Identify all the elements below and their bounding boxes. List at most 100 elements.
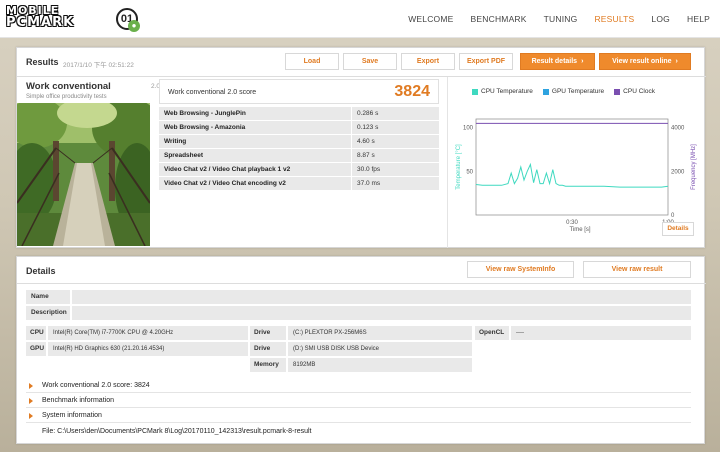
view-raw-result-button[interactable]: View raw result — [583, 261, 691, 278]
nav-benchmark[interactable]: BENCHMARK — [471, 14, 527, 24]
chart-details-button[interactable]: Details — [662, 222, 694, 236]
subscore-name: Web Browsing - JunglePin — [159, 107, 351, 120]
subscore-name: Video Chat v2 / Video Chat playback 1 v2 — [159, 163, 351, 176]
nav-log[interactable]: LOG — [651, 14, 670, 24]
results-date: 2017/1/10 下午 02:51:22 — [63, 62, 134, 69]
nav-help[interactable]: HELP — [687, 14, 710, 24]
subscore-row: Web Browsing - Amazonia 0.123 s — [159, 121, 439, 135]
description-value — [72, 306, 691, 320]
expand-row-label: System information — [42, 412, 102, 419]
logo-dot-icon: ● — [128, 20, 140, 32]
y-axis-left-label: Temperature [°C] — [456, 144, 462, 190]
opencl-label: OpenCL — [475, 326, 509, 340]
test-subtitle: Simple office productivity tests — [26, 94, 107, 100]
logo-text: MOBILE PCMARK — [6, 5, 114, 33]
y-right-tick-label: 0 — [671, 213, 675, 219]
nav-welcome[interactable]: WELCOME — [408, 14, 453, 24]
y-left-tick-label: 100 — [463, 126, 474, 132]
details-header: Details View raw SystemInfo View raw res… — [17, 257, 706, 284]
subscore-name: Spreadsheet — [159, 149, 351, 162]
subscore-name: Video Chat v2 / Video Chat encoding v2 — [159, 177, 351, 190]
subscore-table: Web Browsing - JunglePin 0.286 s Web Brow… — [159, 107, 439, 191]
expand-system-info-row[interactable]: System information — [26, 409, 691, 423]
subscore-value: 4.60 s — [352, 135, 439, 148]
opencl-value: ---- — [511, 326, 691, 340]
save-button[interactable]: Save — [343, 53, 397, 70]
score-value: 3824 — [394, 83, 430, 100]
expand-row-label: Benchmark information — [42, 397, 114, 404]
memory-row: Memory 8192MB — [250, 358, 472, 372]
plot-frame — [475, 118, 669, 216]
chevron-right-icon: › — [675, 58, 678, 65]
load-button[interactable]: Load — [285, 53, 339, 70]
results-title: Results — [26, 57, 59, 67]
y-axis-right-label: Frequency [MHz] — [691, 144, 697, 190]
subscore-name: Writing — [159, 135, 351, 148]
test-name: Work conventional — [26, 81, 111, 92]
logo-badge: 01 ● — [116, 8, 140, 32]
x-tick-label: 0:30 — [566, 220, 578, 226]
details-title: Details — [26, 266, 56, 276]
top-bar: MOBILE PCMARK 01 ● WELCOME BENCHMARK TUNI… — [0, 0, 720, 38]
subscore-row: Spreadsheet 8.87 s — [159, 149, 439, 163]
subscore-value: 0.286 s — [352, 107, 439, 120]
result-details-button[interactable]: Result details › — [520, 53, 595, 70]
monitoring-chart-area: CPU Temperature GPU Temperature CPU Cloc… — [447, 77, 706, 248]
subscore-row: Video Chat v2 / Video Chat encoding v2 37… — [159, 177, 439, 191]
subscore-row: Writing 4.60 s — [159, 135, 439, 149]
result-file-path: File: C:\Users\den\Documents\PCMark 8\Lo… — [42, 428, 312, 435]
expand-score-row[interactable]: Work conventional 2.0 score: 3824 — [26, 379, 691, 393]
subscore-value: 37.0 ms — [352, 177, 439, 190]
caret-right-icon — [29, 413, 33, 419]
y-right-tick-label: 4000 — [671, 126, 685, 132]
chevron-right-icon: › — [581, 58, 584, 65]
subscore-value: 8.87 s — [352, 149, 439, 162]
drive1-value: (C:) PLEXTOR PX-256M6S — [288, 326, 472, 340]
export-button[interactable]: Export — [401, 53, 455, 70]
subscore-name: Web Browsing - Amazonia — [159, 121, 351, 134]
view-raw-sysinfo-button[interactable]: View raw SystemInfo — [467, 261, 574, 278]
drive2-label: Drive — [250, 342, 286, 356]
score-label: Work conventional 2.0 score — [168, 89, 257, 96]
results-panel: Results 2017/1/10 下午 02:51:22 Load Save … — [16, 47, 706, 248]
y-left-tick-label: 50 — [466, 169, 473, 175]
tick-labels: 100504000200000:301:00 — [463, 126, 685, 226]
subscore-value: 30.0 fps — [352, 163, 439, 176]
name-row: Name — [26, 290, 691, 304]
nav-results[interactable]: RESULTS — [594, 14, 634, 24]
subscore-row: Web Browsing - JunglePin 0.286 s — [159, 107, 439, 121]
cpu-label: CPU — [26, 326, 46, 340]
drive2-value: (D:) SMI USB DISK USB Device — [288, 342, 472, 356]
details-panel: Details View raw SystemInfo View raw res… — [16, 256, 706, 444]
view-online-button[interactable]: View result online › — [599, 53, 691, 70]
expand-row-label: Work conventional 2.0 score: 3824 — [42, 382, 150, 389]
score-box: Work conventional 2.0 score 3824 — [159, 79, 439, 104]
export-pdf-button[interactable]: Export PDF — [459, 53, 513, 70]
benchmark-photo — [17, 103, 150, 246]
name-value — [72, 290, 691, 304]
expand-benchmark-info-row[interactable]: Benchmark information — [26, 394, 691, 408]
nav-tuning[interactable]: TUNING — [544, 14, 578, 24]
y-right-tick-label: 2000 — [671, 169, 685, 175]
results-header: Results 2017/1/10 下午 02:51:22 Load Save … — [17, 48, 706, 77]
memory-value: 8192MB — [288, 358, 472, 372]
name-label: Name — [26, 290, 70, 304]
gpu-row: GPU Intel(R) HD Graphics 630 (21.20.16.4… — [26, 342, 248, 356]
series-group — [475, 122, 669, 188]
x-axis-label: Time [s] — [569, 227, 590, 233]
cpu-row: CPU Intel(R) Core(TM) i7-7700K CPU @ 4.2… — [26, 326, 248, 340]
caret-right-icon — [29, 398, 33, 404]
cpu-value: Intel(R) Core(TM) i7-7700K CPU @ 4.20GHz — [48, 326, 248, 340]
gpu-value: Intel(R) HD Graphics 630 (21.20.16.4534) — [48, 342, 248, 356]
description-label: Description — [26, 306, 70, 320]
drive2-row: Drive (D:) SMI USB DISK USB Device — [250, 342, 472, 356]
drive1-label: Drive — [250, 326, 286, 340]
drive1-row: Drive (C:) PLEXTOR PX-256M6S — [250, 326, 472, 340]
description-row: Description — [26, 306, 691, 320]
logo-line2: PCMARK — [6, 15, 75, 30]
main-nav: WELCOME BENCHMARK TUNING RESULTS LOG HEL… — [391, 14, 710, 24]
subscore-row: Video Chat v2 / Video Chat playback 1 v2… — [159, 163, 439, 177]
view-online-label: View result online — [612, 58, 672, 65]
subscore-value: 0.123 s — [352, 121, 439, 134]
rope-bridge-image — [17, 103, 150, 246]
